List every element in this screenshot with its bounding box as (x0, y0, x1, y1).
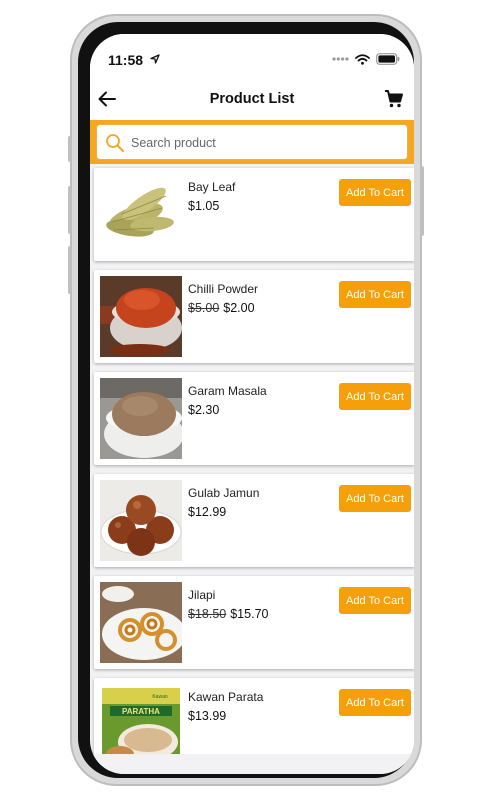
mute-switch (68, 136, 72, 162)
original-price: $18.50 (188, 607, 227, 621)
product-price: $1.05 (188, 199, 220, 213)
product-price-row: $5.00 $2.00 (188, 301, 255, 315)
search-bar (90, 120, 414, 164)
product-image-kawan-parata: PARATHA Kawan (100, 684, 182, 765)
power-button (420, 166, 424, 236)
status-time: 11:58 (108, 52, 144, 68)
volume-up-button (68, 186, 72, 234)
app-header: Product List (90, 80, 414, 120)
product-price: $13.99 (188, 709, 227, 723)
add-to-cart-button[interactable]: Add To Cart (339, 281, 411, 308)
original-price: $5.00 (188, 301, 220, 315)
product-name: Bay Leaf (188, 180, 236, 194)
product-card[interactable]: Bay Leaf $1.05 Add To Cart (94, 168, 414, 261)
add-to-cart-button[interactable]: Add To Cart (339, 689, 411, 716)
status-bar: 11:58 (90, 34, 414, 80)
product-price-row: $13.99 (188, 709, 226, 723)
package-brand: Kawan (152, 694, 168, 700)
product-name: Chilli Powder (188, 282, 259, 296)
add-to-cart-button[interactable]: Add To Cart (339, 179, 411, 206)
add-to-cart-button[interactable]: Add To Cart (339, 485, 411, 512)
shopping-cart-icon[interactable] (384, 89, 404, 109)
status-icons (332, 53, 400, 65)
product-card[interactable]: Garam Masala $2.30 Add To Cart (94, 372, 414, 465)
product-price: $12.99 (188, 505, 227, 519)
package-label: PARATHA (122, 707, 160, 716)
product-name: Jilapi (188, 588, 216, 602)
add-to-cart-button[interactable]: Add To Cart (339, 383, 411, 410)
product-image-bay-leaf (100, 174, 182, 255)
phone-bezel: 11:58 Product List Search product Bay Le… (78, 22, 414, 778)
product-card[interactable]: Jilapi $18.50 $15.70 Add To Cart (94, 576, 414, 669)
phone-frame: 11:58 Product List Search product Bay Le… (68, 14, 424, 786)
add-to-cart-button[interactable]: Add To Cart (339, 587, 411, 614)
wifi-icon (355, 53, 370, 65)
search-input[interactable] (131, 133, 391, 153)
product-price: $2.00 (223, 301, 255, 315)
product-price: $2.30 (188, 403, 220, 417)
product-image-chilli-powder (100, 276, 182, 357)
product-name: Garam Masala (188, 384, 267, 398)
screen: 11:58 Product List Search product Bay Le… (90, 34, 414, 774)
page-title: Product List (209, 91, 295, 107)
search-icon (106, 134, 124, 152)
product-image-jilapi (100, 582, 182, 663)
home-indicator-area (90, 754, 414, 774)
product-price-row: $1.05 (188, 199, 219, 213)
search-box[interactable] (96, 124, 408, 160)
location-arrow-icon (150, 54, 160, 64)
product-name: Kawan Parata (188, 690, 264, 704)
volume-down-button (68, 246, 72, 294)
product-card[interactable]: Gulab Jamun $12.99 Add To Cart (94, 474, 414, 567)
product-card[interactable]: Chilli Powder $5.00 $2.00 Add To Cart (94, 270, 414, 363)
battery-icon (376, 53, 400, 65)
product-price-row: $18.50 $15.70 (188, 607, 268, 621)
product-image-garam-masala (100, 378, 182, 459)
product-price: $15.70 (230, 607, 269, 621)
product-price-row: $2.30 (188, 403, 219, 417)
product-price-row: $12.99 (188, 505, 226, 519)
product-name: Gulab Jamun (188, 486, 260, 500)
product-image-gulab-jamun (100, 480, 182, 561)
signal-dots-icon (332, 57, 349, 61)
